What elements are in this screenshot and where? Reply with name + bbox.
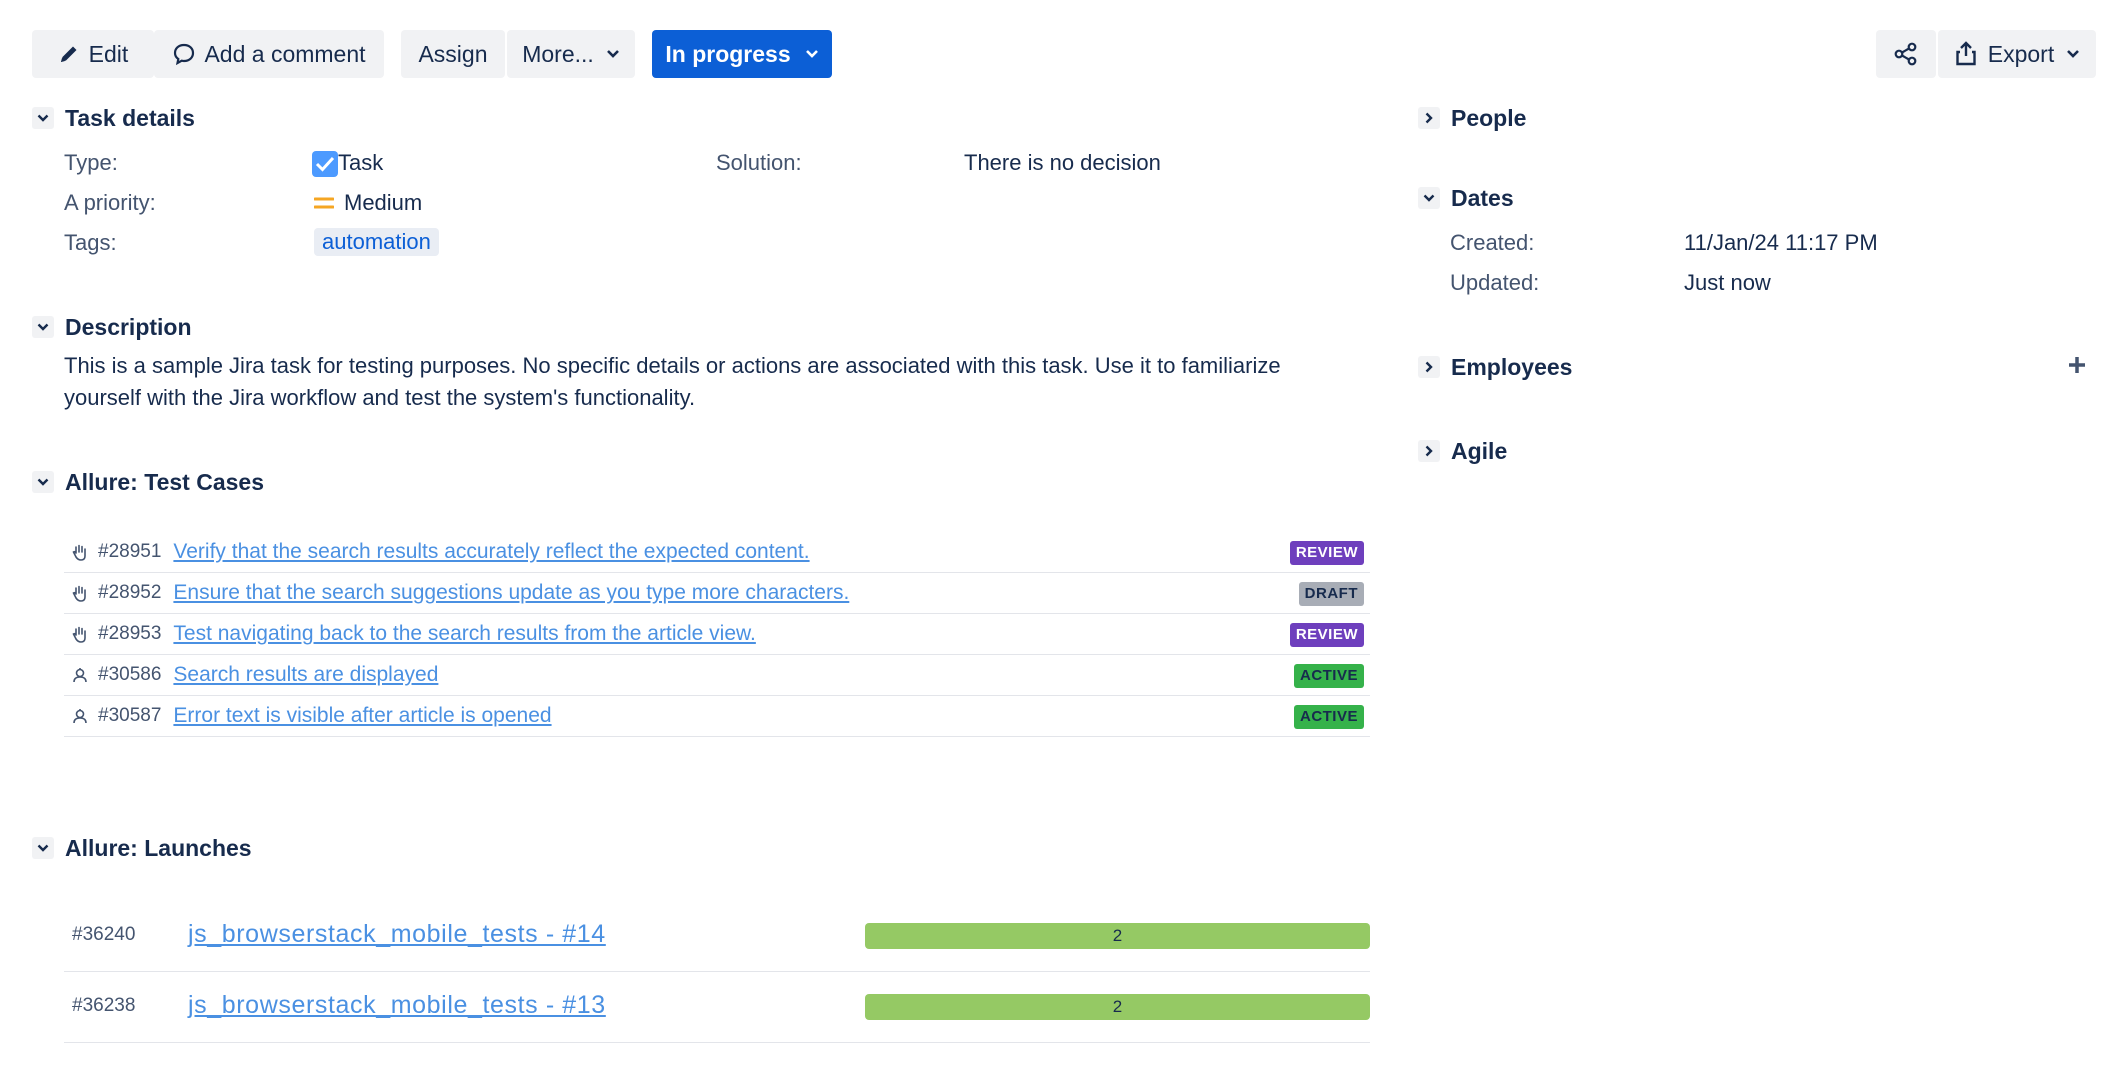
hand-icon	[72, 543, 90, 561]
comment-icon	[172, 42, 196, 66]
agile-title: Agile	[1451, 437, 1508, 464]
solution-value: There is no decision	[964, 150, 1161, 175]
description-text[interactable]: This is a sample Jira task for testing p…	[64, 350, 1294, 414]
test-case-row: #30587 Error text is visible after artic…	[64, 696, 1370, 737]
test-case-link[interactable]: Error text is visible after article is o…	[173, 704, 551, 728]
task-details-header[interactable]: Task details	[32, 103, 195, 133]
test-case-row: #28952 Ensure that the search suggestion…	[64, 573, 1370, 614]
employees-header[interactable]: Employees	[1418, 352, 1572, 382]
export-icon	[1954, 41, 1978, 67]
launch-id: #36238	[72, 995, 136, 1016]
test-case-link[interactable]: Ensure that the search suggestions updat…	[173, 581, 849, 605]
chevron-right-icon[interactable]	[1418, 440, 1440, 462]
test-case-id: #30586	[98, 664, 162, 685]
agile-header[interactable]: Agile	[1418, 436, 1507, 466]
chevron-down-icon	[805, 49, 819, 59]
test-case-link[interactable]: Verify that the search results accuratel…	[173, 540, 809, 564]
chevron-down-icon[interactable]	[32, 107, 54, 129]
status-badge: ACTIVE	[1293, 705, 1364, 729]
dates-header[interactable]: Dates	[1418, 183, 1514, 213]
launch-link[interactable]: js_browserstack_mobile_tests - #13	[188, 991, 606, 1020]
test-case-id: #28952	[98, 582, 162, 603]
test-cases-header[interactable]: Allure: Test Cases	[32, 467, 264, 497]
chevron-down-icon[interactable]	[32, 471, 54, 493]
tags-label: Tags:	[64, 230, 117, 255]
description-header[interactable]: Description	[32, 312, 192, 342]
priority-value: Medium	[344, 190, 423, 215]
test-cases-title: Allure: Test Cases	[65, 468, 264, 495]
assign-label: Assign	[418, 40, 488, 67]
test-case-id: #30587	[98, 705, 162, 726]
status-badge: REVIEW	[1289, 541, 1364, 565]
priority-label: A priority:	[64, 190, 156, 215]
launch-result-bar[interactable]: 2	[865, 994, 1370, 1020]
task-details-title: Task details	[65, 104, 195, 131]
share-button[interactable]	[1876, 30, 1936, 78]
launch-result-bar[interactable]: 2	[865, 923, 1370, 949]
created-value: 11/Jan/24 11:17 PM	[1684, 230, 1878, 255]
status-badge: ACTIVE	[1293, 664, 1364, 688]
updated-value: Just now	[1684, 270, 1771, 295]
more-button[interactable]: More...	[507, 30, 635, 78]
chevron-down-icon	[606, 49, 620, 59]
edit-button[interactable]: Edit	[32, 30, 154, 78]
chevron-down-icon[interactable]	[32, 837, 54, 859]
test-case-id: #28951	[98, 541, 162, 562]
launch-row: #36240 js_browserstack_mobile_tests - #1…	[64, 901, 1370, 972]
robot-icon	[72, 666, 90, 684]
chevron-down-icon	[2066, 49, 2080, 59]
comment-label: Add a comment	[204, 40, 366, 67]
test-case-id: #28953	[98, 623, 162, 644]
status-dropdown-button[interactable]: In progress	[652, 30, 832, 78]
test-case-link[interactable]: Test navigating back to the search resul…	[173, 622, 755, 646]
test-case-link[interactable]: Search results are displayed	[173, 663, 438, 687]
dates-title: Dates	[1451, 184, 1514, 211]
add-comment-button[interactable]: Add a comment	[154, 30, 384, 78]
status-badge: DRAFT	[1298, 582, 1364, 606]
chevron-right-icon[interactable]	[1418, 356, 1440, 378]
hand-icon	[72, 625, 90, 643]
created-label: Created:	[1450, 230, 1535, 255]
edit-label: Edit	[88, 40, 129, 67]
launch-id: #36240	[72, 924, 136, 945]
people-header[interactable]: People	[1418, 103, 1526, 133]
share-icon	[1893, 41, 1919, 67]
launch-row: #36238 js_browserstack_mobile_tests - #1…	[64, 972, 1370, 1043]
robot-icon	[72, 707, 90, 725]
test-case-row: #30586 Search results are displayed ACTI…	[64, 655, 1370, 696]
add-employee-icon[interactable]	[2066, 354, 2088, 376]
tag-automation[interactable]: automation	[314, 228, 439, 256]
hand-icon	[72, 584, 90, 602]
task-type-icon	[312, 151, 338, 177]
status-badge: REVIEW	[1289, 623, 1364, 647]
type-value: Task	[338, 150, 384, 175]
chevron-down-icon[interactable]	[1418, 187, 1440, 209]
export-label: Export	[1987, 40, 2055, 67]
type-label: Type:	[64, 150, 118, 175]
chevron-right-icon[interactable]	[1418, 107, 1440, 129]
solution-label: Solution:	[716, 150, 802, 175]
updated-label: Updated:	[1450, 270, 1540, 295]
people-title: People	[1451, 104, 1527, 131]
test-case-row: #28953 Test navigating back to the searc…	[64, 614, 1370, 655]
pencil-icon	[58, 43, 80, 65]
assign-button[interactable]: Assign	[401, 30, 505, 78]
priority-medium-icon	[313, 196, 335, 210]
test-case-row: #28951 Verify that the search results ac…	[64, 532, 1370, 573]
launches-header[interactable]: Allure: Launches	[32, 833, 252, 863]
chevron-down-icon[interactable]	[32, 316, 54, 338]
export-button[interactable]: Export	[1938, 30, 2096, 78]
status-label: In progress	[665, 40, 791, 67]
more-label: More...	[522, 40, 594, 67]
description-title: Description	[65, 313, 192, 340]
launch-link[interactable]: js_browserstack_mobile_tests - #14	[188, 920, 606, 949]
employees-title: Employees	[1451, 353, 1573, 380]
launches-title: Allure: Launches	[65, 834, 252, 861]
